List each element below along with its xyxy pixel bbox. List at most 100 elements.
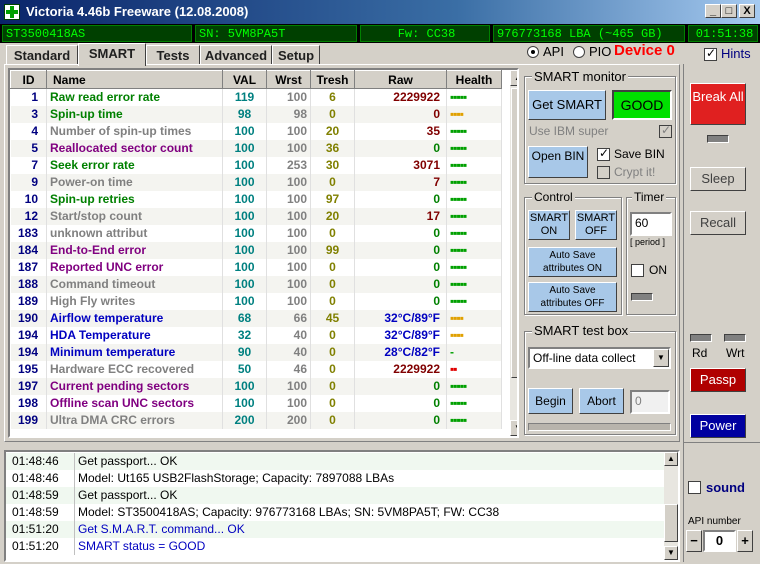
- table-row[interactable]: 199 Ultra DMA CRC errors 200 200 0 0 ▪▪▪▪▪: [10, 411, 502, 429]
- table-row[interactable]: 7 Seek error rate 100 253 30 3071 ▪▪▪▪▪: [10, 156, 502, 174]
- attr-worst-cell: 100: [266, 241, 311, 259]
- table-row[interactable]: 195 Hardware ECC recovered 50 46 0 2229922 ▪▪: [10, 360, 502, 378]
- chevron-down-icon[interactable]: ▼: [653, 349, 669, 367]
- use-ibm-checkbox[interactable]: [659, 123, 672, 138]
- sound-checkbox[interactable]: [688, 481, 701, 494]
- scroll-down-icon[interactable]: ▼: [510, 420, 517, 436]
- scroll-up-icon[interactable]: ▲: [510, 70, 517, 86]
- table-row[interactable]: 197 Current pending sectors 100 100 0 0 ▪▪▪▪▪: [10, 377, 502, 395]
- test-progress-input[interactable]: 0: [630, 390, 670, 414]
- attr-threshold-cell: 0: [310, 173, 355, 191]
- tab-advanced[interactable]: Advanced: [200, 45, 272, 65]
- attr-worst-cell: 100: [266, 394, 311, 412]
- smart-test-box-title: SMART test box: [532, 323, 631, 338]
- abort-button[interactable]: Abort: [579, 388, 624, 414]
- open-bin-button[interactable]: Open BIN: [528, 146, 588, 178]
- tab-tests[interactable]: Tests: [146, 45, 200, 65]
- attr-val-cell: 100: [222, 173, 267, 191]
- begin-button[interactable]: Begin: [528, 388, 573, 414]
- hints-checkbox[interactable]: [704, 46, 717, 61]
- log-message: SMART status = GOOD: [78, 539, 206, 553]
- smart-off-button[interactable]: SMART OFF: [575, 210, 617, 240]
- log-message: Model: Ut165 USB2FlashStorage; Capacity:…: [78, 471, 395, 485]
- autosave-off-button[interactable]: Auto Save attributes OFF: [528, 282, 617, 312]
- scroll-thumb[interactable]: [511, 88, 517, 378]
- save-bin-checkbox[interactable]: [597, 146, 610, 161]
- table-row[interactable]: 194 HDA Temperature 32 40 0 32°C/89°F ▪▪▪▪: [10, 326, 502, 344]
- col-header-name[interactable]: Name: [46, 70, 223, 89]
- log-scroll-up-icon[interactable]: ▲: [664, 452, 678, 466]
- table-row[interactable]: 198 Offline scan UNC sectors 100 100 0 0 ▪▪▪▪▪: [10, 394, 502, 412]
- log-scroll-down-icon[interactable]: ▼: [664, 546, 678, 560]
- attr-id-cell: 198: [10, 394, 47, 412]
- attr-val-cell: 200: [222, 411, 267, 429]
- smart-monitor-title: SMART monitor: [532, 69, 628, 84]
- timer-period-input[interactable]: 60: [630, 212, 672, 236]
- api-increment-button[interactable]: +: [737, 530, 753, 552]
- table-row[interactable]: 12 Start/stop count 100 100 20 17 ▪▪▪▪▪: [10, 207, 502, 225]
- attr-worst-cell: 100: [266, 292, 311, 310]
- table-row[interactable]: 1 Raw read error rate 119 100 6 2229922 ▪▪▪▪▪: [10, 88, 502, 106]
- col-header-tresh[interactable]: Tresh: [310, 70, 355, 89]
- table-row[interactable]: 188 Command timeout 100 100 0 0 ▪▪▪▪▪: [10, 275, 502, 293]
- table-row[interactable]: 4 Number of spin-up times 100 100 20 35 ▪▪▪▪▪: [10, 122, 502, 140]
- tab-setup[interactable]: Setup: [272, 45, 320, 65]
- col-header-raw[interactable]: Raw: [354, 70, 447, 89]
- attr-health-cell: ▪▪▪▪▪: [446, 88, 502, 106]
- get-smart-button[interactable]: Get SMART: [528, 90, 606, 120]
- attr-val-cell: 68: [222, 309, 267, 327]
- col-header-wrst[interactable]: Wrst: [266, 70, 311, 89]
- log-entry: 01:51:20 SMART status = GOOD: [6, 538, 666, 555]
- test-type-select[interactable]: Off-line data collect ▼: [528, 347, 671, 369]
- minimize-button[interactable]: _: [705, 4, 721, 18]
- crypt-it-checkbox[interactable]: [597, 166, 610, 179]
- smart-on-button[interactable]: SMART ON: [528, 210, 570, 240]
- hints-label: Hints: [721, 46, 751, 61]
- attr-id-cell: 10: [10, 190, 47, 208]
- col-header-val[interactable]: VAL: [222, 70, 267, 89]
- table-row[interactable]: 187 Reported UNC error 100 100 0 0 ▪▪▪▪▪: [10, 258, 502, 276]
- attr-health-cell: ▪▪▪▪: [446, 309, 502, 327]
- table-row[interactable]: 184 End-to-End error 100 100 99 0 ▪▪▪▪▪: [10, 241, 502, 259]
- api-decrement-button[interactable]: −: [686, 530, 702, 552]
- pio-radio[interactable]: [573, 46, 585, 58]
- timer-title: Timer: [632, 190, 667, 204]
- break-led: [707, 135, 729, 143]
- attr-name-cell: Minimum temperature: [46, 343, 223, 361]
- recall-button[interactable]: Recall: [690, 211, 746, 235]
- timer-on-checkbox[interactable]: [631, 264, 644, 277]
- api-number-input[interactable]: 0: [703, 530, 736, 552]
- break-all-button[interactable]: Break All: [690, 83, 746, 125]
- log-scrollbar[interactable]: ▲ ▼: [664, 452, 678, 560]
- table-row[interactable]: 190 Airflow temperature 68 66 45 32°C/89°F ▪▪▪…: [10, 309, 502, 327]
- log-scroll-thumb[interactable]: [664, 504, 678, 542]
- table-row[interactable]: 194 Minimum temperature 90 40 0 28°C/82°F -: [10, 343, 502, 361]
- attr-threshold-cell: 0: [310, 360, 355, 378]
- close-button[interactable]: X: [739, 4, 755, 18]
- table-scrollbar[interactable]: ▲ ▼: [510, 70, 517, 436]
- tab-smart[interactable]: SMART: [78, 43, 146, 66]
- table-row[interactable]: 189 High Fly writes 100 100 0 0 ▪▪▪▪▪: [10, 292, 502, 310]
- table-row[interactable]: 3 Spin-up time 98 98 0 0 ▪▪▪▪: [10, 105, 502, 123]
- attr-val-cell: 100: [222, 258, 267, 276]
- test-progress-bar: [528, 423, 671, 431]
- table-row[interactable]: 10 Spin-up retries 100 100 97 0 ▪▪▪▪▪: [10, 190, 502, 208]
- power-button[interactable]: Power: [690, 414, 746, 438]
- col-header-health[interactable]: Health: [446, 70, 502, 89]
- attr-name-cell: Start/stop count: [46, 207, 223, 225]
- sleep-button[interactable]: Sleep: [690, 167, 746, 191]
- crypt-it-label: Crypt it!: [614, 165, 656, 179]
- attr-val-cell: 90: [222, 343, 267, 361]
- maximize-button[interactable]: □: [721, 4, 737, 18]
- table-row[interactable]: 9 Power-on time 100 100 0 7 ▪▪▪▪▪: [10, 173, 502, 191]
- api-radio[interactable]: [527, 46, 539, 58]
- col-header-id[interactable]: ID: [10, 70, 47, 89]
- table-row[interactable]: 183 unknown attribut 100 100 0 0 ▪▪▪▪▪: [10, 224, 502, 242]
- attr-worst-cell: 100: [266, 173, 311, 191]
- autosave-on-button[interactable]: Auto Save attributes ON: [528, 247, 617, 277]
- log-panel[interactable]: 01:48:46 Get passport... OK 01:48:46 Model:…: [4, 450, 680, 562]
- device-label[interactable]: Device 0: [614, 42, 675, 59]
- tab-standard[interactable]: Standard: [6, 45, 78, 65]
- table-row[interactable]: 5 Reallocated sector count 100 100 36 0 ▪▪▪▪▪: [10, 139, 502, 157]
- passp-button[interactable]: Passp: [690, 368, 746, 392]
